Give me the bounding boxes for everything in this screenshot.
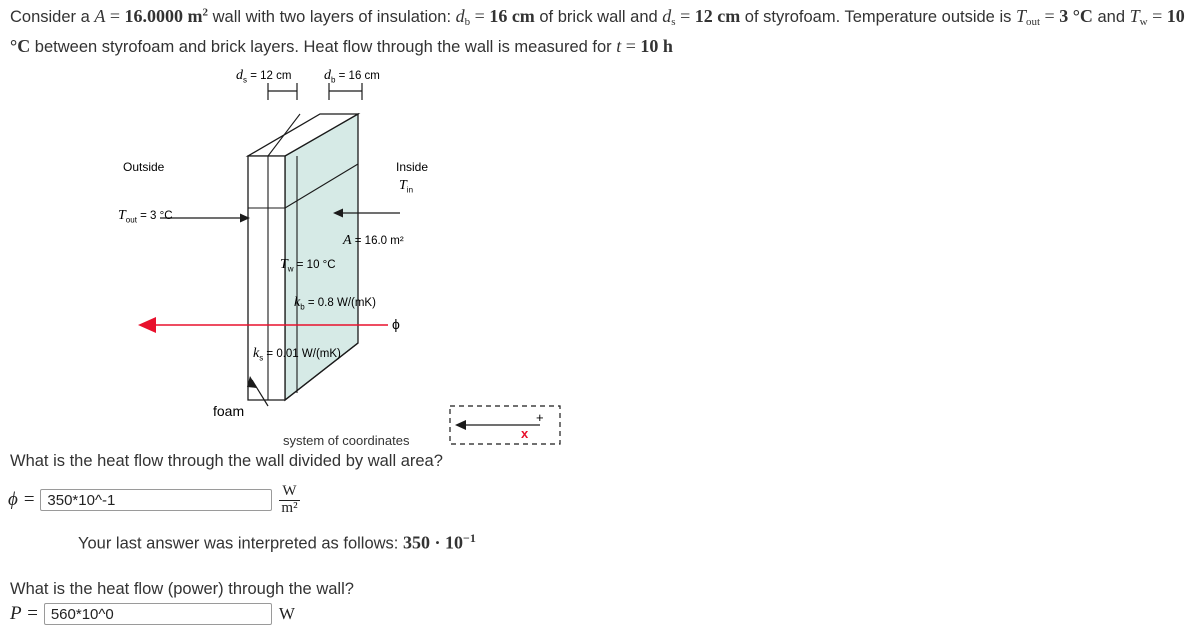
dimension-lines [267, 83, 363, 100]
statement-line1: Consider a A = 16.0000 m2 wall with two … [10, 6, 1016, 28]
equals-sign-3: = [675, 6, 695, 26]
equals-sign-2: = [470, 6, 490, 26]
outside-label: Outside [123, 160, 165, 174]
power-unit: W [278, 604, 295, 623]
tw-label: Tw = 10 °C [280, 257, 336, 274]
equals-sign-4: = [1040, 6, 1060, 26]
statement-text-4: of styrofoam. Temperature outside is [740, 8, 1012, 26]
statement-text-6: between styrofoam and brick layers. Heat… [30, 37, 617, 56]
equals-sign-5: = [1147, 6, 1167, 26]
tout-symbol: T [1015, 6, 1026, 26]
coords-plus-label: + [536, 410, 544, 425]
kb-label: kb = 0.8 W/(mK) [294, 295, 376, 312]
tout-label: Tout = 3 °C [118, 208, 173, 225]
interpretation-prefix: Your last answer was interpreted as foll… [78, 534, 403, 553]
problem-statement: Consider a A = 16.0000 m2 wall with two … [10, 2, 1195, 61]
interpretation-exponent: −1 [462, 531, 476, 545]
area-value: 16.0000 m [124, 6, 203, 26]
phi-unit-numerator: W [282, 483, 297, 499]
coords-x-label: x [521, 426, 529, 441]
tin-label: Tin [399, 178, 414, 195]
equals-sign: = [105, 6, 125, 26]
statement-text-5: and [1092, 8, 1130, 26]
inside-label: Inside [396, 160, 429, 174]
tout-value: 3 °C [1059, 6, 1093, 26]
time-value: 10 h [640, 35, 673, 56]
area-symbol: A [94, 6, 106, 26]
question-1-text: What is the heat flow through the wall d… [10, 452, 443, 470]
foam-label: foam [213, 403, 245, 419]
tw-symbol: T [1129, 6, 1140, 26]
interpretation-message: Your last answer was interpreted as foll… [78, 531, 476, 554]
brick-thickness-value: 16 cm [489, 6, 535, 26]
area-label: A = 16.0 m² [343, 233, 404, 248]
answer-row-2: P = W [10, 603, 295, 625]
coords-label: system of coordinates [283, 433, 410, 448]
question-2-text: What is the heat flow (power) through th… [10, 580, 354, 598]
statement-text-3: of brick wall and [534, 8, 663, 26]
styrofoam-thickness-symbol: d [662, 6, 672, 26]
phi-arrow-head [138, 317, 156, 333]
ks-label: ks = 0.01 W/(mK) [253, 346, 341, 363]
phi-answer-input[interactable] [40, 489, 273, 512]
phi-unit-denominator: m² [279, 499, 300, 516]
power-answer-input[interactable] [43, 603, 272, 625]
wall-left-face [247, 155, 286, 401]
dim-styrofoam-label: ds = 12 cm [236, 68, 292, 85]
tw-subscript: w [1139, 15, 1148, 28]
phi-label: ϕ [392, 316, 400, 332]
equals-sign-6: = [621, 35, 641, 56]
styrofoam-thickness-value: 12 cm [694, 6, 741, 26]
statement-text-2: wall with two layers of insulation: [208, 8, 456, 26]
dim-brick-label: db = 16 cm [324, 68, 380, 85]
coords-arrow-head [455, 420, 466, 430]
statement-text: Consider a [10, 8, 95, 26]
phi-equals-label: ϕ = [8, 489, 36, 511]
interpretation-value: 350 · 10 [402, 532, 463, 553]
tout-subscript: out [1025, 15, 1041, 28]
tout-arrow [160, 213, 250, 223]
wall-diagram: ds = 12 cm db = 16 cm Outside Inside Tin… [0, 58, 600, 458]
answer-row-1: ϕ = W m² [8, 483, 300, 517]
phi-unit: W m² [279, 483, 300, 517]
brick-thickness-symbol: d [455, 6, 465, 26]
power-equals-label: P = [10, 603, 39, 624]
